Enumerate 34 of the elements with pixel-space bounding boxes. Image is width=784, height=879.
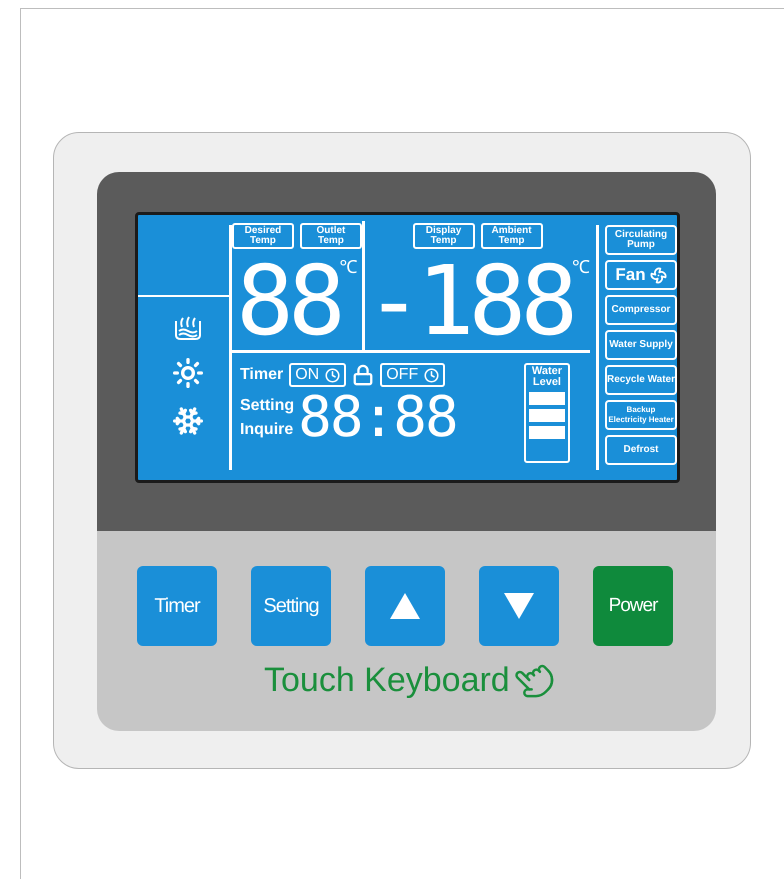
temperature-reading: 88 xyxy=(236,253,340,349)
indicator-label: Fan xyxy=(605,260,677,290)
indicator-label: Defrost xyxy=(605,435,677,465)
down-button[interactable] xyxy=(479,566,559,646)
timer-off-indicator: OFF xyxy=(380,363,446,387)
temp-label: Desired Temp xyxy=(232,223,294,249)
inquire-label: Inquire xyxy=(240,420,294,440)
timer-label: Timer xyxy=(240,365,284,385)
fan-icon xyxy=(650,266,667,284)
lock-icon xyxy=(352,364,374,386)
up-button[interactable] xyxy=(365,566,445,646)
indicator-label: Water Supply xyxy=(605,330,677,360)
touch-keyboard-caption: Touch Keyboard xyxy=(264,660,510,700)
timer-on-indicator: ON xyxy=(289,363,346,387)
sun-icon xyxy=(172,357,204,389)
celsius-unit: ℃ xyxy=(340,257,358,277)
setting-label: Setting xyxy=(240,396,294,416)
clock-reading: 88:88 xyxy=(298,389,457,447)
indicator-label: Backup Electricity Heater xyxy=(605,400,677,430)
celsius-unit: ℃ xyxy=(572,257,590,277)
temp-label: Display Temp xyxy=(412,223,475,249)
indicator-label: Compressor xyxy=(605,295,677,325)
up-triangle-icon xyxy=(390,593,420,619)
key-button[interactable]: Timer xyxy=(137,566,217,646)
power-button[interactable]: Power xyxy=(593,566,673,646)
key-button[interactable]: Setting xyxy=(251,566,331,646)
indicator-label: Recycle Water xyxy=(605,365,677,395)
snowflake-icon xyxy=(172,405,204,437)
temp-label: Outlet Temp xyxy=(300,223,362,249)
indicator-label: Circulating Pump xyxy=(605,225,677,255)
down-triangle-icon xyxy=(504,593,534,619)
temp-label: Ambient Temp xyxy=(480,223,543,249)
water-level-gauge: Water Level xyxy=(524,363,570,463)
temperature-reading: -188 xyxy=(364,253,572,349)
